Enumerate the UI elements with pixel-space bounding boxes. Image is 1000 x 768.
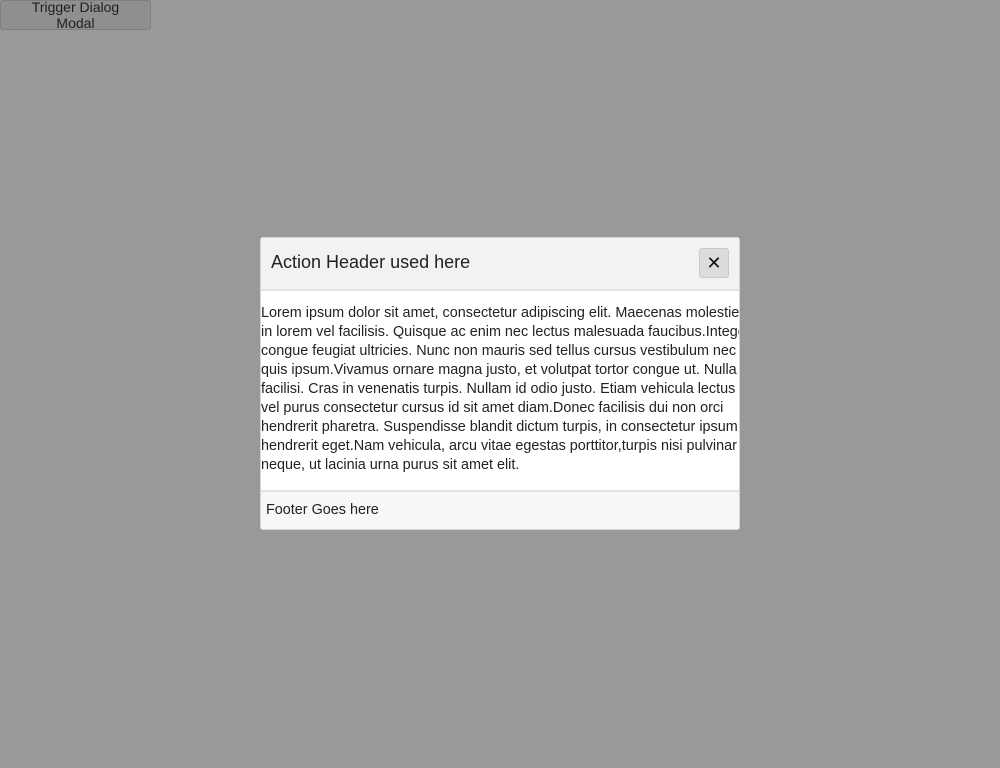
body-text-line: neque, ut lacinia urna purus sit amet el… [261, 457, 520, 473]
body-text-line: vel purus consectetur cursus id sit amet… [261, 400, 724, 416]
dialog-modal: Action Header used here ✕ Lorem ipsum do… [260, 237, 740, 530]
modal-footer: Footer Goes here [261, 490, 739, 529]
body-text-line: Lorem ipsum dolor sit amet, consectetur … [261, 305, 740, 321]
body-text-line: hendrerit pharetra. Suspendisse blandit … [261, 419, 738, 435]
body-text-line: facilisi. Cras in venenatis turpis. Null… [261, 381, 736, 397]
body-text-line: congue feugiat ultricies. Nunc non mauri… [261, 343, 737, 359]
close-button[interactable]: ✕ [699, 248, 729, 278]
body-text-line: in lorem vel facilisis. Quisque ac enim … [261, 324, 740, 340]
body-text-line: quis ipsum.Vivamus ornare magna justo, e… [261, 362, 737, 378]
body-text-line: hendrerit eget.Nam vehicula, arcu vitae … [261, 438, 737, 454]
modal-header: Action Header used here ✕ [261, 238, 739, 291]
close-icon: ✕ [706, 252, 722, 273]
modal-title: Action Header used here [271, 252, 471, 272]
footer-text: Footer Goes here [266, 502, 379, 518]
trigger-dialog-button[interactable]: Trigger Dialog Modal [0, 0, 151, 31]
modal-body: Lorem ipsum dolor sit amet, consectetur … [261, 291, 739, 477]
